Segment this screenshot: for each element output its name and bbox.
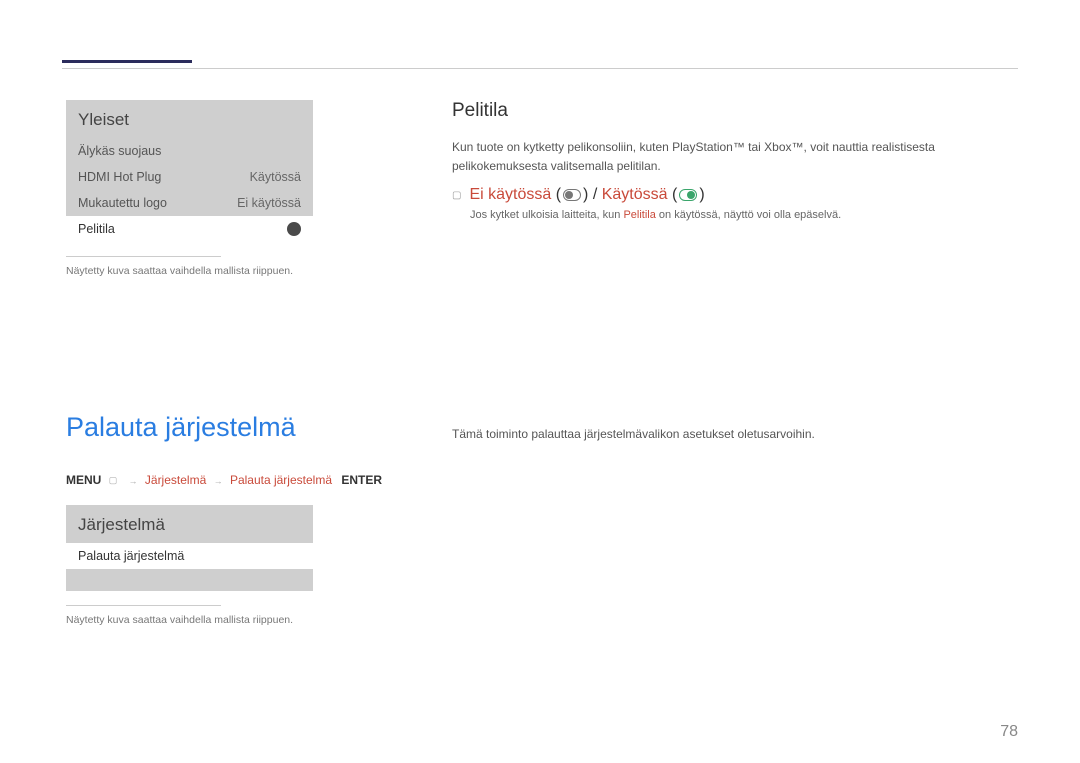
toggle-off-icon [563, 189, 581, 201]
menu-row-label: Mukautettu logo [78, 196, 237, 210]
radio-icon [287, 222, 301, 236]
note-pre: Jos kytket ulkoisia laitteita, kun [470, 209, 623, 221]
header-rule [62, 68, 1018, 69]
pelitila-note: Jos kytket ulkoisia laitteita, kun Pelit… [470, 206, 1018, 225]
section-pelitila-right: Pelitila Kun tuote on kytketty pelikonso… [452, 100, 1018, 225]
caption-divider [66, 256, 221, 257]
menu-row-game-mode[interactable]: Pelitila [66, 216, 313, 242]
option-off-label: Ei käytössä [469, 186, 551, 204]
breadcrumb-enter: ENTER [341, 473, 382, 487]
option-on-label: Käytössä [602, 186, 668, 204]
arrow-icon: ▢ [109, 475, 118, 486]
menu-row-hdmi-hot-plug[interactable]: HDMI Hot Plug Käytössä [66, 164, 313, 190]
option-off-paren: ( [551, 186, 561, 204]
breadcrumb-item: Järjestelmä [145, 473, 206, 487]
arrow-icon: → [214, 476, 223, 486]
breadcrumb: MENU ▢ → Järjestelmä → Palauta järjestel… [66, 473, 1018, 487]
arrow-icon: → [129, 476, 138, 486]
menu-row-label: Pelitila [78, 222, 287, 236]
menu-row-label: Älykäs suojaus [78, 144, 301, 158]
toggle-on-icon [679, 189, 697, 201]
menu-row-value: Käytössä [250, 170, 301, 184]
bullet-icon: ▢ [452, 190, 461, 201]
option-sep: ) / [583, 186, 602, 204]
menu-row-label: HDMI Hot Plug [78, 170, 250, 184]
panel-caption: Näytetty kuva saattaa vaihdella mallista… [66, 265, 1018, 277]
option-close-paren: ) [699, 186, 704, 204]
option-on-paren: ( [668, 186, 678, 204]
pelitila-options-row: ▢ Ei käytössä ( ) / Käytössä ( ) [452, 186, 1018, 204]
page-number: 78 [1000, 723, 1018, 741]
caption-divider [66, 605, 221, 606]
breadcrumb-item: Palauta järjestelmä [230, 473, 332, 487]
section-reset-left: Palauta järjestelmä MENU ▢ → Järjestelmä… [66, 412, 1018, 626]
menu-panel-yleiset: Yleiset Älykäs suojaus HDMI Hot Plug Käy… [66, 100, 313, 242]
menu-row-smart-security[interactable]: Älykäs suojaus [66, 138, 313, 164]
menu-panel-jarjestelma: Järjestelmä Palauta järjestelmä [66, 505, 313, 591]
note-post: on käytössä, näyttö voi olla epäselvä. [656, 209, 841, 221]
note-red: Pelitila [623, 209, 655, 221]
menu-row-value: Ei käytössä [237, 196, 301, 210]
menu-panel-title: Järjestelmä [66, 505, 313, 543]
section-heading-pelitila: Pelitila [452, 100, 1018, 122]
menu-row-label: Palauta järjestelmä [78, 549, 301, 563]
header-accent [62, 60, 192, 63]
menu-row-reset-system[interactable]: Palauta järjestelmä [66, 543, 313, 569]
section-reset-right: Tämä toiminto palauttaa järjestelmävalik… [452, 427, 1018, 441]
breadcrumb-menu: MENU [66, 473, 101, 487]
menu-row-custom-logo[interactable]: Mukautettu logo Ei käytössä [66, 190, 313, 216]
menu-panel-title: Yleiset [66, 100, 313, 138]
panel-caption: Näytetty kuva saattaa vaihdella mallista… [66, 614, 1018, 626]
pelitila-description: Kun tuote on kytketty pelikonsoliin, kut… [452, 138, 1018, 176]
reset-description: Tämä toiminto palauttaa järjestelmävalik… [452, 427, 815, 441]
